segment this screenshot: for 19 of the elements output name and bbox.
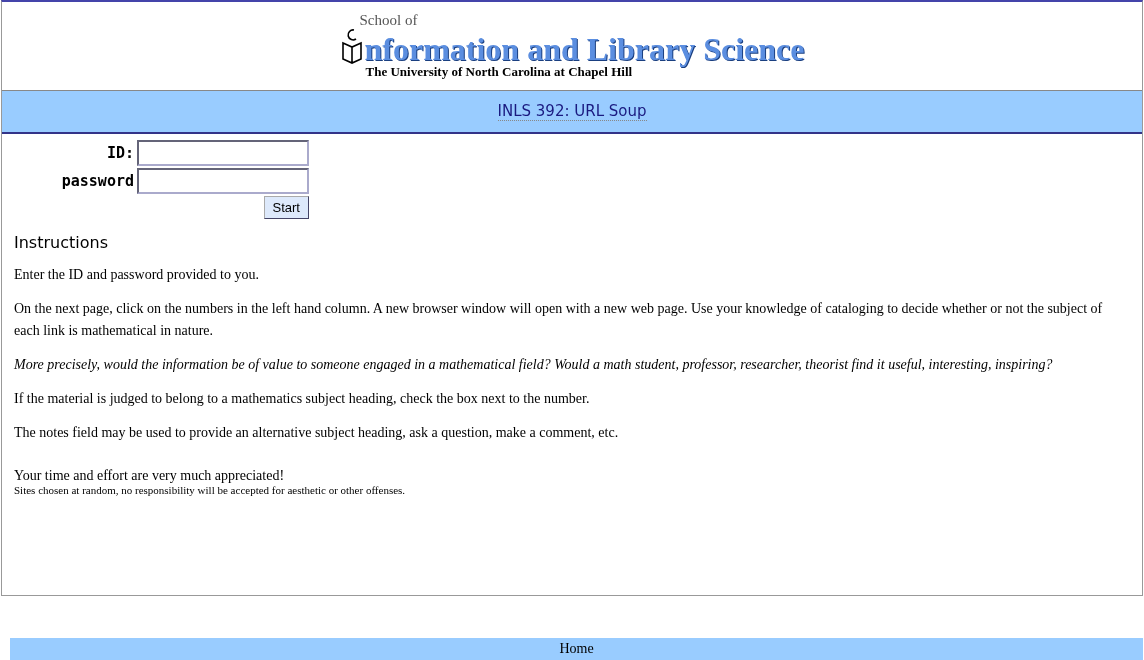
reader-figure-icon — [339, 27, 364, 65]
instruction-paragraph: If the material is judged to belong to a mathematics subject heading, check the box next to the number. — [14, 390, 591, 408]
logo-school-of: School of — [359, 13, 419, 27]
instruction-paragraph: Enter the ID and password provided to you. — [14, 266, 260, 284]
instruction-paragraph: More precisely, would the information be of value to someone engaged in a mathematical field? Would a math student, professor, researcher, theorist find it useful, interesting, inspiring? — [14, 356, 1054, 374]
instruction-paragraph: The notes field may be used to provide an alternative subject heading, ask a question, make a comment, etc. — [14, 424, 620, 442]
field-label: ID: — [105, 144, 134, 162]
logo-school-name: nformation and Library Science — [364, 33, 805, 65]
logo-university: The University of North Carolina at Chapel Hill — [365, 65, 633, 79]
thanks-text: Your time and effort are very much appreciated! — [14, 468, 286, 484]
disclaimer-text: Sites chosen at random, no responsibility will be accepted for aesthetic or other offenses. — [14, 484, 407, 496]
page-title-link[interactable]: INLS 392: URL Soup — [497, 102, 647, 121]
instructions-heading: Instructions — [14, 233, 109, 252]
input-field[interactable] — [137, 168, 309, 194]
start-button[interactable]: Start — [263, 196, 309, 219]
home-link[interactable]: Home — [559, 641, 594, 657]
input-field[interactable] — [137, 140, 309, 166]
instruction-paragraph: On the next page, click on the numbers in the left hand column. A new browser window will open with a new web page. Use your knowledge of cataloging to decide whether or not the subject of each link is mathematical in nature. — [14, 300, 1104, 340]
field-label: password — [60, 172, 134, 190]
